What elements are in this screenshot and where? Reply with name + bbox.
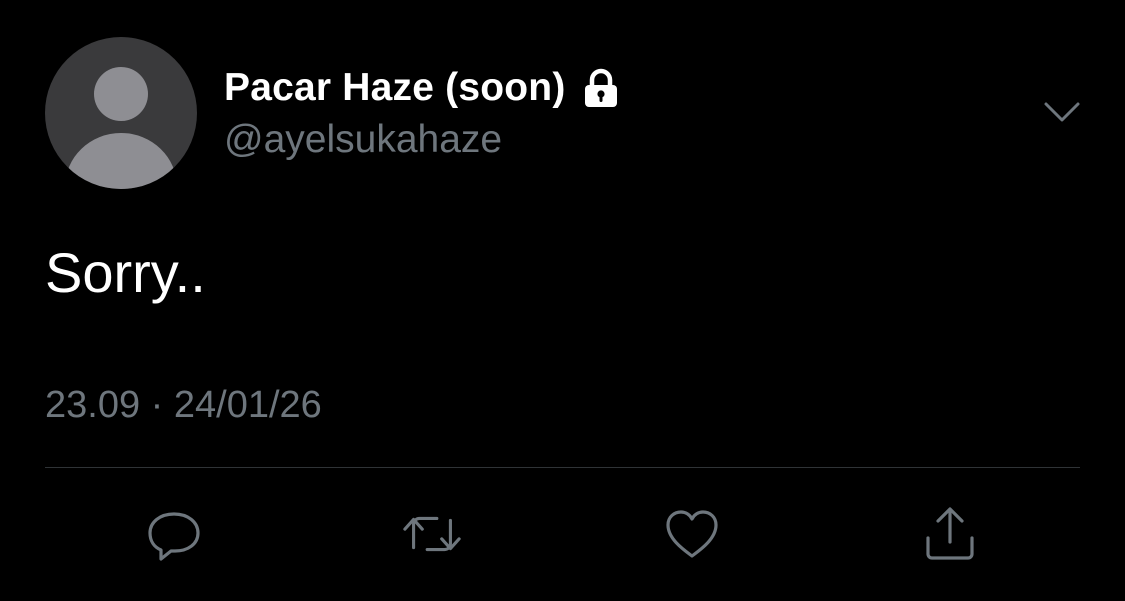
share-button[interactable] (918, 502, 982, 566)
retweet-icon (403, 516, 461, 552)
reply-icon (148, 512, 200, 561)
username[interactable]: @ayelsukahaze (224, 118, 502, 162)
tweet-timestamp[interactable]: 23.09 · 24/01/26 (45, 384, 322, 427)
avatar[interactable] (45, 37, 197, 189)
reply-button[interactable] (142, 502, 206, 566)
lock-icon (580, 67, 622, 109)
divider (45, 467, 1080, 468)
like-icon (666, 510, 718, 558)
author-name-row: Pacar Haze (soon) (224, 64, 622, 112)
share-icon (926, 507, 974, 560)
tweet-text: Sorry.. (45, 241, 206, 304)
like-button[interactable] (660, 502, 724, 566)
display-name[interactable]: Pacar Haze (soon) (224, 66, 566, 110)
retweet-button[interactable] (400, 502, 464, 566)
default-avatar-icon (65, 67, 177, 189)
tweet-detail: Pacar Haze (soon) @ayelsukahaze Sorry.. … (0, 0, 1125, 601)
chevron-down-icon[interactable] (1040, 96, 1084, 128)
